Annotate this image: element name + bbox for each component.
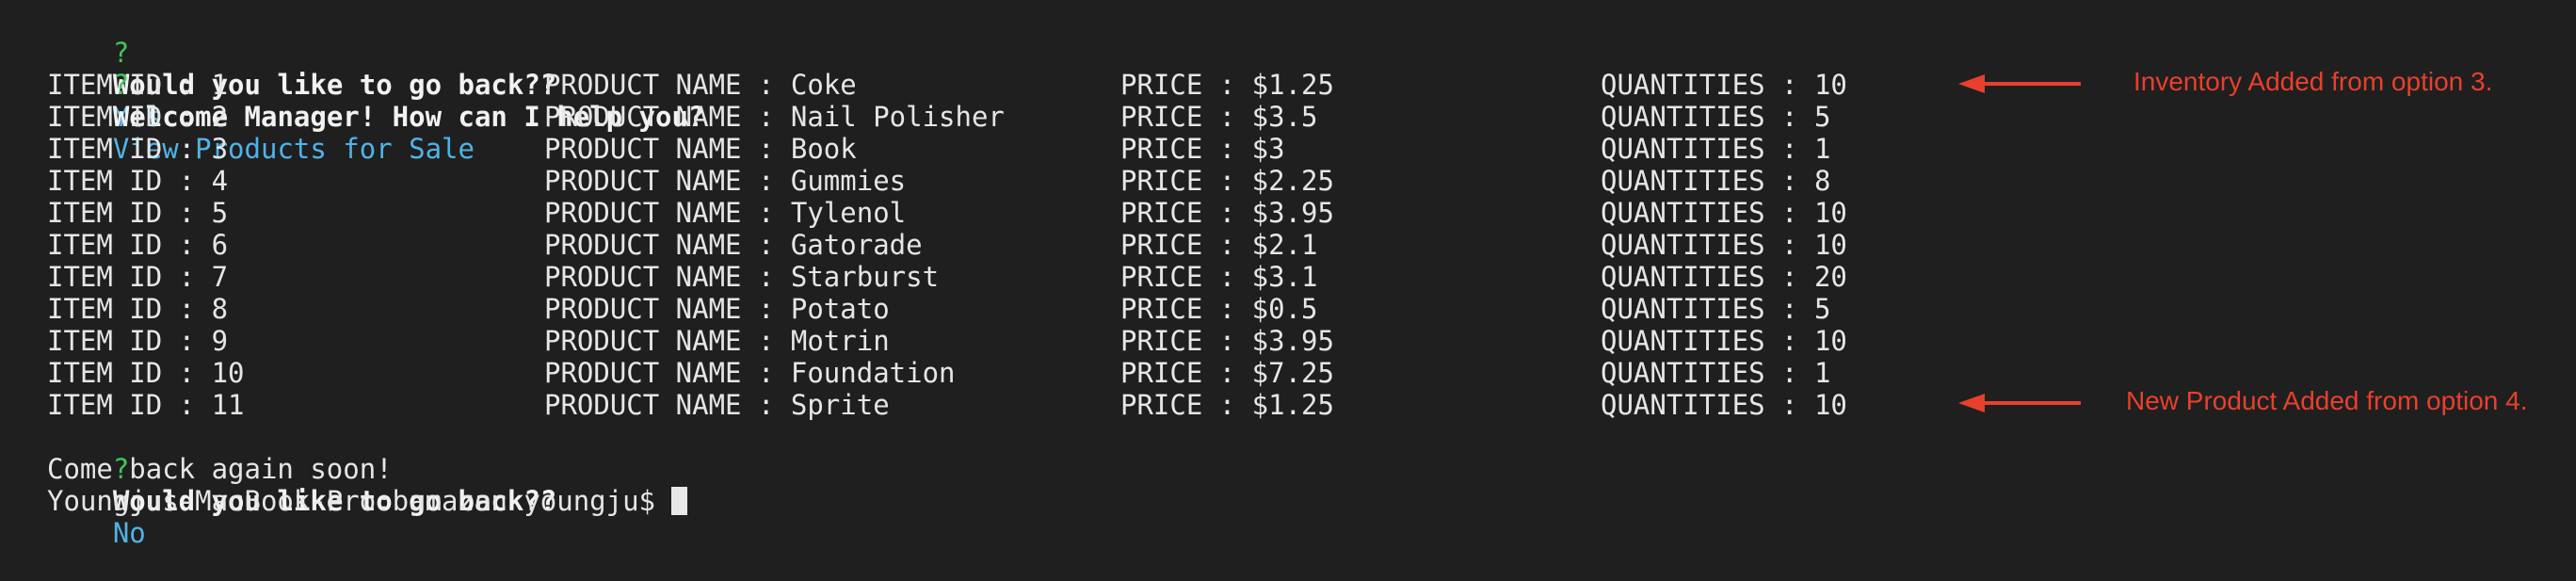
product-name-cell: PRODUCT NAME : Starburst — [544, 261, 940, 293]
table-row: ITEM ID : 8 PRODUCT NAME : Potato PRICE : … — [47, 293, 1930, 325]
shell-prompt-line[interactable]: Youngjus-MacBook-Pro:bamazon youngju$ — [47, 485, 688, 517]
price-cell: PRICE : $0.5 — [1120, 293, 1318, 325]
product-name-cell: PRODUCT NAME : Book — [544, 133, 857, 165]
quantity-cell: QUANTITIES : 1 — [1601, 133, 1831, 165]
item-id-cell: ITEM ID : 9 — [47, 325, 229, 357]
annotation-text: Inventory Added from option 3. — [2133, 67, 2493, 96]
prompt-line-go-back-2: ? Would you like to go back?? No — [47, 421, 556, 549]
quantity-cell: QUANTITIES : 1 — [1601, 357, 1831, 389]
quantity-cell: QUANTITIES : 20 — [1601, 261, 1847, 293]
quantity-cell: QUANTITIES : 10 — [1601, 197, 1847, 229]
product-name-cell: PRODUCT NAME : Sprite — [544, 389, 890, 421]
quantity-cell: QUANTITIES : 5 — [1601, 101, 1831, 133]
table-row: ITEM ID : 6 PRODUCT NAME : Gatorade PRICE … — [47, 229, 1930, 261]
price-cell: PRICE : $7.25 — [1120, 357, 1334, 389]
quantity-cell: QUANTITIES : 8 — [1601, 165, 1831, 197]
item-id-cell: ITEM ID : 11 — [47, 389, 245, 421]
item-id-cell: ITEM ID : 7 — [47, 261, 229, 293]
table-row: ITEM ID : 1 PRODUCT NAME : Coke PRICE : $1… — [47, 69, 1930, 101]
terminal-window[interactable]: ? Would you like to go back?? Yes ? Welc… — [0, 0, 2576, 549]
left-arrow-icon — [1958, 74, 2081, 93]
item-id-cell: ITEM ID : 6 — [47, 229, 229, 261]
quantity-cell: QUANTITIES : 10 — [1601, 229, 1847, 261]
table-row: ITEM ID : 2 PRODUCT NAME : Nail Polisher P… — [47, 101, 1930, 133]
table-row: ITEM ID : 11 PRODUCT NAME : Sprite PRICE :… — [47, 389, 1930, 421]
price-cell: PRICE : $1.25 — [1120, 69, 1334, 101]
product-name-cell: PRODUCT NAME : Nail Polisher — [544, 101, 1005, 133]
product-name-cell: PRODUCT NAME : Coke — [544, 69, 857, 101]
table-row: ITEM ID : 9 PRODUCT NAME : Motrin PRICE : … — [47, 325, 1930, 357]
price-cell: PRICE : $1.25 — [1120, 389, 1334, 421]
shell-prompt: Youngjus-MacBook-Pro:bamazon youngju$ — [47, 485, 672, 517]
prompt-line-manager-menu: ? Welcome Manager! How can I help you? V… — [47, 37, 705, 165]
product-name-cell: PRODUCT NAME : Potato — [544, 293, 890, 325]
price-cell: PRICE : $3.95 — [1120, 325, 1334, 357]
table-row: ITEM ID : 4 PRODUCT NAME : Gummies PRICE :… — [47, 165, 1930, 197]
quantity-cell: QUANTITIES : 10 — [1601, 325, 1847, 357]
left-arrow-icon — [1958, 394, 2081, 412]
quantity-cell: QUANTITIES : 5 — [1601, 293, 1831, 325]
farewell-message: Come back again soon! — [47, 453, 393, 485]
item-id-cell: ITEM ID : 5 — [47, 197, 229, 229]
item-id-cell: ITEM ID : 3 — [47, 133, 229, 165]
table-row: ITEM ID : 7 PRODUCT NAME : Starburst PRICE… — [47, 261, 1930, 293]
quantity-cell: QUANTITIES : 10 — [1601, 389, 1847, 421]
price-cell: PRICE : $3 — [1120, 133, 1285, 165]
product-name-cell: PRODUCT NAME : Foundation — [544, 357, 956, 389]
prompt-line-go-back-1: ? Would you like to go back?? Yes — [47, 5, 556, 133]
price-cell: PRICE : $3.5 — [1120, 101, 1318, 133]
item-id-cell: ITEM ID : 8 — [47, 293, 229, 325]
product-name-cell: PRODUCT NAME : Gatorade — [544, 229, 923, 261]
table-row: ITEM ID : 10 PRODUCT NAME : Foundation PRI… — [47, 357, 1930, 389]
item-id-cell: ITEM ID : 1 — [47, 69, 229, 101]
item-id-cell: ITEM ID : 10 — [47, 357, 245, 389]
product-name-cell: PRODUCT NAME : Gummies — [544, 165, 907, 197]
product-name-cell: PRODUCT NAME : Tylenol — [544, 197, 907, 229]
item-id-cell: ITEM ID : 4 — [47, 165, 229, 197]
table-row: ITEM ID : 5 PRODUCT NAME : Tylenol PRICE :… — [47, 197, 1930, 229]
table-row: ITEM ID : 3 PRODUCT NAME : Book PRICE : $3… — [47, 133, 1930, 165]
item-id-cell: ITEM ID : 2 — [47, 101, 229, 133]
price-cell: PRICE : $2.1 — [1120, 229, 1318, 261]
prompt-answer: No — [112, 517, 146, 549]
product-name-cell: PRODUCT NAME : Motrin — [544, 325, 890, 357]
quantity-cell: QUANTITIES : 10 — [1601, 69, 1847, 101]
price-cell: PRICE : $3.95 — [1120, 197, 1334, 229]
price-cell: PRICE : $3.1 — [1120, 261, 1318, 293]
annotation-text: New Product Added from option 4. — [2126, 386, 2528, 415]
price-cell: PRICE : $2.25 — [1120, 165, 1334, 197]
text-cursor — [671, 487, 688, 515]
